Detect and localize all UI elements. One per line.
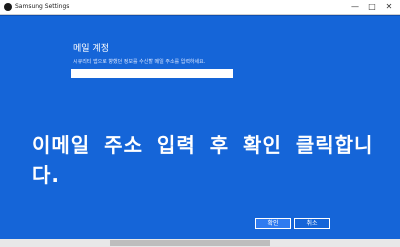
bottom-scrollbar-thumb[interactable] [110,240,270,246]
instruction-caption: 이메일 주소 입력 후 확인 클릭합니다. [32,133,374,187]
samsung-settings-icon [4,3,12,11]
close-button[interactable]: ✕ [378,0,400,14]
title-bar[interactable]: Samsung Settings — □ ✕ [0,0,400,15]
email-field[interactable] [71,69,233,78]
cancel-button[interactable]: 취소 [294,218,330,229]
window-title: Samsung Settings [15,3,70,10]
samsung-settings-window: Samsung Settings — □ ✕ 메일 계정 시큐리티 앱으로 향했… [0,0,400,247]
title-divider [0,15,400,16]
page-title: 메일 계정 [73,44,109,54]
email-description: 시큐리티 앱으로 향했던 정보를 수신할 메일 주소를 입력하세요. [73,59,206,65]
confirm-button[interactable]: 확인 [255,218,291,229]
